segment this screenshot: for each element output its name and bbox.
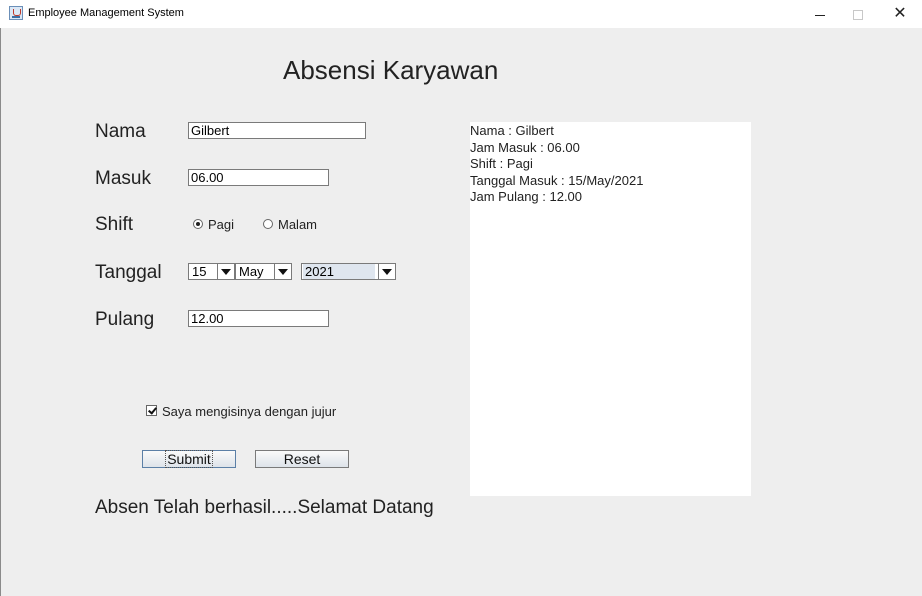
- month-dropdown-value: May: [239, 264, 264, 279]
- reset-button[interactable]: Reset: [255, 450, 349, 468]
- chevron-down-icon[interactable]: [274, 264, 291, 279]
- shift-radio-pagi-label: Pagi: [208, 217, 235, 232]
- pulang-field[interactable]: [188, 310, 329, 327]
- masuk-label: Masuk: [95, 168, 151, 189]
- output-line-nama: Nama : Gilbert: [470, 123, 554, 138]
- window-titlebar: Employee Management System ✕: [0, 0, 922, 28]
- chevron-down-icon[interactable]: [217, 264, 234, 279]
- shift-radio-malam[interactable]: Malam: [263, 217, 323, 233]
- java-app-icon: [9, 6, 23, 20]
- radio-unselected-icon: [263, 219, 273, 229]
- shift-label: Shift: [95, 214, 134, 235]
- checkbox-checked-icon[interactable]: [146, 405, 157, 416]
- submit-button[interactable]: Submit: [142, 450, 236, 468]
- status-message: Absen Telah berhasil.....Selamat Datang: [95, 497, 434, 518]
- nama-field[interactable]: [188, 122, 366, 139]
- year-dropdown-value: 2021: [303, 264, 375, 279]
- day-dropdown[interactable]: 15: [188, 263, 235, 280]
- reset-button-label: Reset: [283, 451, 321, 467]
- pulang-label: Pulang: [95, 309, 155, 330]
- month-dropdown[interactable]: May: [235, 263, 292, 280]
- maximize-button[interactable]: [836, 0, 880, 28]
- page-title: Absensi Karyawan: [283, 55, 499, 85]
- day-dropdown-value: 15: [192, 264, 207, 279]
- maximize-icon: [853, 10, 863, 21]
- close-button[interactable]: ✕: [878, 0, 922, 28]
- output-textarea[interactable]: Nama : Gilbert Jam Masuk : 06.00 Shift :…: [470, 122, 751, 496]
- minimize-icon: [815, 14, 825, 16]
- submit-button-label: Submit: [165, 450, 213, 468]
- window-border: [0, 28, 1, 596]
- chevron-down-icon[interactable]: [378, 264, 395, 279]
- masuk-field[interactable]: [188, 169, 329, 186]
- year-dropdown[interactable]: 2021: [301, 263, 396, 280]
- window-title: Employee Management System: [28, 7, 184, 19]
- radio-selected-icon: [193, 219, 203, 229]
- honesty-checkbox-label: Saya mengisinya dengan jujur: [162, 404, 337, 419]
- close-icon: ✕: [893, 5, 907, 22]
- output-line-jam-masuk: Jam Masuk : 06.00: [470, 139, 580, 155]
- output-line-jam-pulang: Jam Pulang : 12.00: [470, 189, 583, 204]
- shift-radio-pagi[interactable]: Pagi: [193, 217, 243, 233]
- shift-radio-malam-label: Malam: [278, 217, 318, 232]
- nama-label: Nama: [95, 121, 146, 142]
- tanggal-label: Tanggal: [95, 262, 162, 283]
- output-line-tanggal-masuk: Tanggal Masuk : 15/May/2021: [470, 172, 644, 188]
- output-line-shift: Shift : Pagi: [470, 156, 533, 171]
